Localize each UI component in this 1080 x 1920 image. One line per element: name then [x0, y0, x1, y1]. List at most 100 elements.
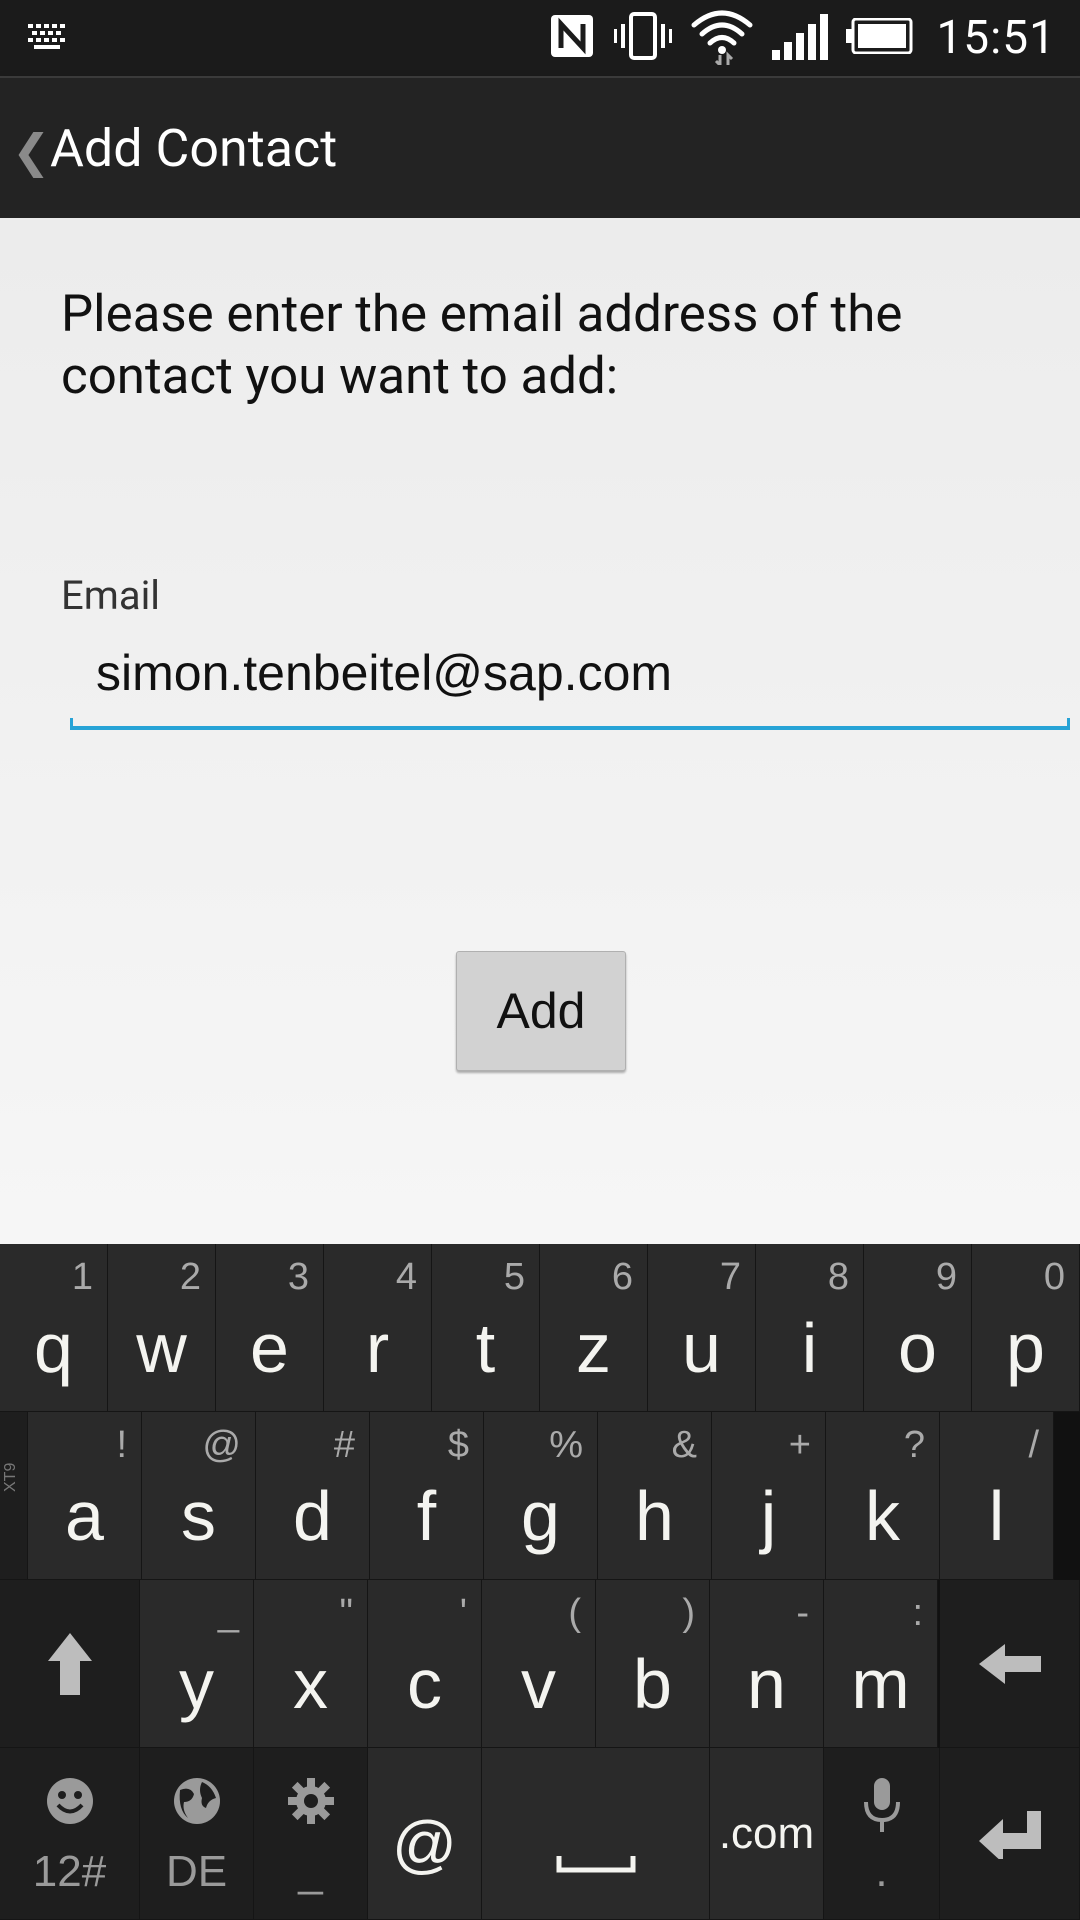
page-title[interactable]: Add Contact — [50, 118, 337, 179]
at-key-label: @ — [392, 1808, 457, 1880]
key-hint: $ — [447, 1424, 469, 1466]
key-y[interactable]: _ y — [140, 1580, 254, 1748]
key-hint: ? — [903, 1424, 925, 1466]
key-s[interactable]: @ s — [142, 1412, 256, 1580]
key-label: i — [801, 1309, 818, 1387]
language-key[interactable]: DE — [140, 1748, 254, 1920]
key-v[interactable]: (v — [482, 1580, 596, 1748]
key-hint: 3 — [287, 1256, 309, 1298]
key-d[interactable]: # d — [256, 1412, 370, 1580]
key-label: p — [1006, 1309, 1045, 1387]
key-label: g — [521, 1477, 560, 1555]
signal-icon — [772, 12, 829, 64]
key-w[interactable]: 2w — [108, 1244, 216, 1412]
wifi-icon — [690, 7, 754, 69]
backspace-key[interactable] — [940, 1580, 1080, 1748]
key-m[interactable]: :m — [824, 1580, 938, 1748]
xt9-side-strip: XT9 — [0, 1412, 28, 1580]
settings-key[interactable]: _ — [254, 1748, 368, 1920]
key-hint: 8 — [827, 1256, 849, 1298]
add-button[interactable]: Add — [456, 951, 626, 1071]
key-label: l — [988, 1477, 1005, 1555]
dotcom-key[interactable]: .com — [710, 1748, 824, 1920]
key-z[interactable]: 6z — [540, 1244, 648, 1412]
battery-icon — [846, 17, 914, 58]
key-label: q — [34, 1309, 73, 1387]
keyboard-icon — [28, 24, 68, 54]
email-field-underline — [70, 718, 1070, 730]
key-c[interactable]: ' c — [368, 1580, 482, 1748]
key-b[interactable]: ) b — [596, 1580, 710, 1748]
action-bar: ❮ Add Contact — [0, 76, 1080, 218]
soft-keyboard: 1q2w3e4r5t6z7u8i9o0p XT9 ! a @ s # d $ f% g & h + j?… — [0, 1244, 1080, 1920]
key-a[interactable]: ! a — [28, 1412, 142, 1580]
at-key[interactable]: @ — [368, 1748, 482, 1920]
key-q[interactable]: 1q — [0, 1244, 108, 1412]
key-t[interactable]: 5t — [432, 1244, 540, 1412]
key-hint: % — [549, 1424, 583, 1466]
key-label: h — [635, 1477, 674, 1555]
keyboard-row-1: 1q2w3e4r5t6z7u8i9o0p — [0, 1244, 1080, 1412]
key-r[interactable]: 4r — [324, 1244, 432, 1412]
key-i[interactable]: 8i — [756, 1244, 864, 1412]
key-hint: ( — [568, 1592, 581, 1634]
key-hint: 6 — [611, 1256, 633, 1298]
microphone-icon — [824, 1776, 939, 1836]
key-o[interactable]: 9o — [864, 1244, 972, 1412]
symbols-key-label: 12# — [32, 1847, 107, 1896]
key-x[interactable]: " x — [254, 1580, 368, 1748]
key-hint: 7 — [719, 1256, 741, 1298]
key-label: x — [293, 1645, 328, 1723]
key-label: u — [682, 1309, 721, 1387]
key-hint: " — [339, 1592, 354, 1634]
key-hint: + — [788, 1424, 811, 1466]
email-label: Email — [61, 572, 161, 619]
mic-key-sub: . — [875, 1847, 888, 1896]
key-hint: ' — [459, 1592, 467, 1634]
key-label: o — [898, 1309, 937, 1387]
key-label: v — [521, 1645, 556, 1723]
shift-arrow-icon — [0, 1580, 139, 1747]
nfc-icon — [548, 12, 596, 64]
instruction-text: Please enter the email address of the co… — [61, 285, 903, 406]
key-label: c — [407, 1645, 442, 1723]
key-p[interactable]: 0p — [972, 1244, 1080, 1412]
keyboard-row-2: XT9 ! a @ s # d $ f% g & h + j? k / l — [0, 1412, 1080, 1580]
key-hint: 2 — [179, 1256, 201, 1298]
key-g[interactable]: % g — [484, 1412, 598, 1580]
key-label: a — [65, 1477, 104, 1555]
smiley-icon — [0, 1776, 139, 1826]
vibrate-icon — [614, 12, 673, 64]
key-l[interactable]: / l — [940, 1412, 1054, 1580]
key-f[interactable]: $ f — [370, 1412, 484, 1580]
key-hint: 9 — [935, 1256, 957, 1298]
email-field[interactable] — [70, 638, 1070, 708]
language-key-label: DE — [165, 1847, 228, 1896]
symbols-key[interactable]: 12# — [0, 1748, 140, 1920]
key-label: y — [179, 1645, 214, 1723]
key-k[interactable]: ? k — [826, 1412, 940, 1580]
space-bar-icon — [482, 1808, 709, 1919]
key-label: s — [181, 1477, 216, 1555]
key-h[interactable]: & h — [598, 1412, 712, 1580]
keyboard-row-4: 12# DE _ @ .com . — [0, 1748, 1080, 1920]
key-hint: ! — [116, 1424, 127, 1466]
key-j[interactable]: + j — [712, 1412, 826, 1580]
key-label: n — [747, 1645, 786, 1723]
key-label: r — [365, 1309, 390, 1387]
xt9-label: XT9 — [2, 1462, 19, 1492]
key-label: w — [136, 1309, 187, 1387]
enter-key[interactable] — [940, 1748, 1080, 1920]
key-hint: # — [333, 1424, 355, 1466]
shift-key[interactable] — [0, 1580, 140, 1748]
voice-input-key[interactable]: . — [824, 1748, 940, 1920]
key-u[interactable]: 7u — [648, 1244, 756, 1412]
key-hint: @ — [202, 1424, 241, 1466]
back-chevron-icon[interactable]: ❮ — [12, 124, 51, 179]
key-n[interactable]: -n — [710, 1580, 824, 1748]
dotcom-key-label: .com — [718, 1809, 815, 1858]
space-key[interactable] — [482, 1748, 710, 1920]
key-e[interactable]: 3e — [216, 1244, 324, 1412]
key-label: t — [475, 1309, 496, 1387]
key-hint: / — [1028, 1424, 1039, 1466]
